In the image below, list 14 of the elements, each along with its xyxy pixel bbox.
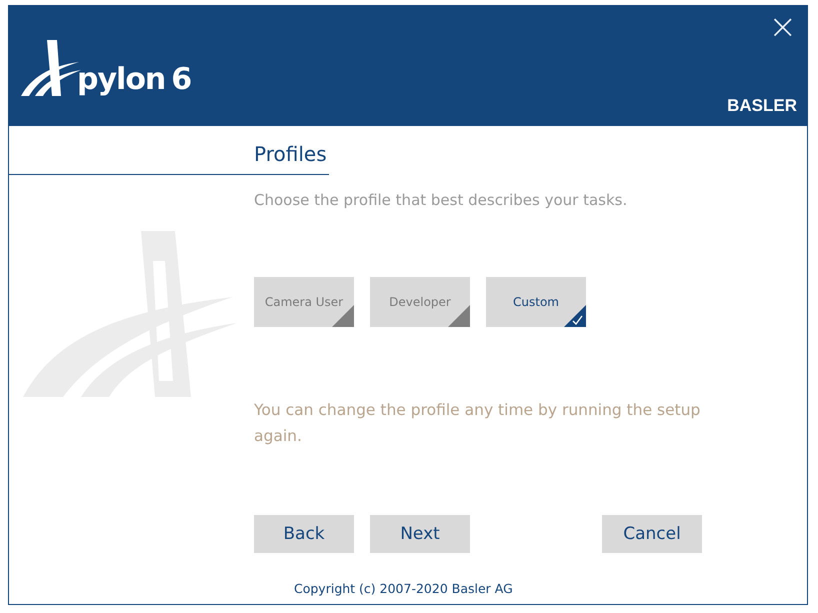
brand-logo: BASLER: [727, 96, 797, 116]
corner-check-icon: [564, 305, 586, 327]
profile-option[interactable]: Custom: [486, 277, 586, 327]
instruction-text: Choose the profile that best describes your tasks.: [254, 191, 628, 209]
note-text: You can change the profile any time by running the setup again.: [254, 400, 702, 447]
copyright-text: Copyright (c) 2007-2020 Basler AG: [294, 581, 514, 596]
next-button[interactable]: Next: [370, 515, 470, 553]
cancel-button[interactable]: Cancel: [602, 515, 702, 553]
page-title: Profiles: [254, 141, 328, 168]
close-button[interactable]: ×: [768, 12, 797, 42]
product-name: pylon: [77, 64, 166, 96]
corner-triangle-icon: [332, 305, 354, 327]
version-number: 6: [171, 64, 192, 96]
back-button[interactable]: Back: [254, 515, 354, 553]
